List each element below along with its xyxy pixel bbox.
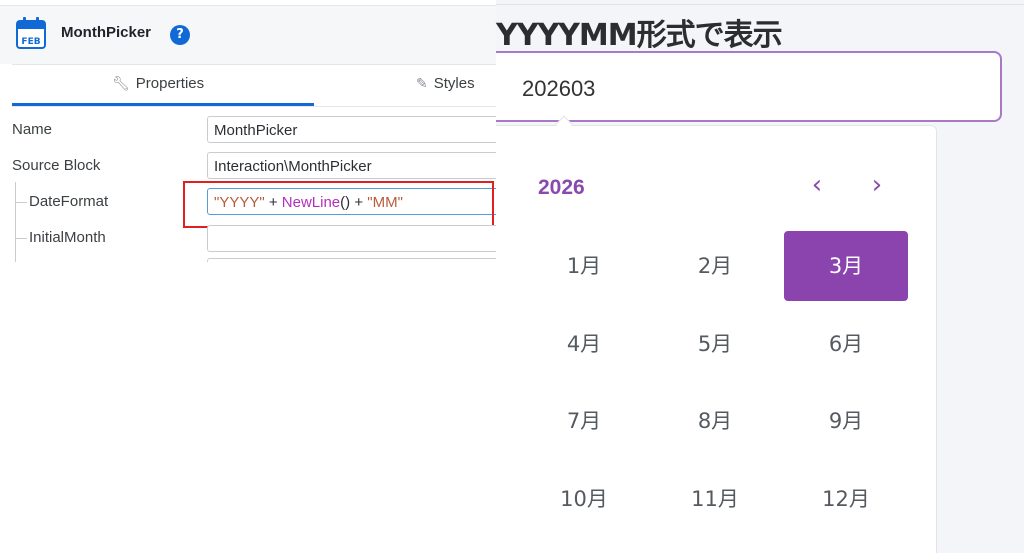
property-label-dateformat: DateFormat [29, 193, 109, 210]
month-cell[interactable]: 12月 [784, 464, 908, 534]
preview-heading: YYYYMM形式で表示 [496, 18, 783, 53]
month-cell[interactable]: 5月 [653, 309, 777, 379]
month-cell[interactable]: 6月 [784, 309, 908, 379]
tree-line [15, 182, 16, 262]
source-block-field[interactable]: Interaction\MonthPicker [207, 152, 496, 179]
panel-tabs: 🔧︎ Properties ✎ Styles [12, 64, 496, 107]
preview-top-border [496, 4, 1024, 5]
month-cell[interactable]: 11月 [653, 464, 777, 534]
month-cell[interactable]: 9月 [784, 386, 908, 456]
help-icon[interactable]: ? [170, 25, 190, 45]
previous-year-button[interactable]: ‹ [803, 170, 831, 202]
month-cell[interactable]: 7月 [522, 386, 646, 456]
tree-branch [15, 202, 27, 203]
year-label: 2026 [538, 176, 585, 199]
month-picker-preview: YYYYMM形式で表示 202603 2026 ‹ › 1月 2月 3月 4月 … [496, 0, 1024, 553]
properties-panel: FEB MonthPicker ? 🔧︎ Properties ✎ Styles N… [0, 0, 496, 262]
tree-branch [15, 238, 27, 239]
initialmonth-field[interactable] [207, 225, 496, 252]
highlight-box [183, 181, 494, 228]
calendar-icon: FEB [16, 17, 46, 49]
property-label-name: Name [12, 121, 53, 138]
tab-styles-label: Styles [433, 75, 475, 92]
next-field-edge [207, 258, 496, 262]
month-cell[interactable]: 1月 [522, 231, 646, 301]
calendar-icon-label: FEB [21, 37, 40, 47]
month-cell[interactable]: 10月 [522, 464, 646, 534]
month-cell[interactable]: 8月 [653, 386, 777, 456]
wrench-icon: 🔧︎ [112, 75, 130, 91]
next-year-button[interactable]: › [863, 170, 891, 202]
property-label-initialmonth: InitialMonth [29, 229, 106, 246]
tab-properties-label: Properties [135, 75, 205, 92]
month-picker-input[interactable]: 202603 [496, 51, 1002, 122]
component-title: MonthPicker [61, 24, 152, 41]
brush-icon: ✎ [416, 75, 428, 91]
property-label-source-block: Source Block [12, 157, 101, 174]
name-field[interactable]: MonthPicker [207, 116, 496, 143]
month-picker-dropdown: 2026 ‹ › 1月 2月 3月 4月 5月 6月 7月 8月 9月 10月 … [496, 125, 937, 553]
tab-styles[interactable]: ✎ Styles [416, 75, 475, 92]
tab-divider [12, 106, 496, 107]
month-cell[interactable]: 4月 [522, 309, 646, 379]
month-cell[interactable]: 2月 [653, 231, 777, 301]
month-cell-selected[interactable]: 3月 [784, 231, 908, 301]
tab-properties[interactable]: 🔧︎ Properties [112, 75, 204, 92]
